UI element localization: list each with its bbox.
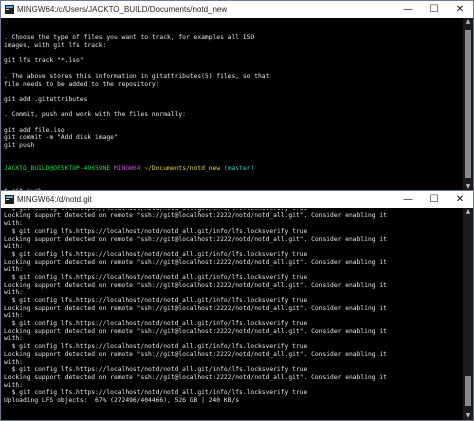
terminal-line: $ git config lfs.https://localhost/notd/… [4, 343, 308, 351]
title-bar[interactable]: MINGW64:/d/notd.git — ☐ ✕ [1, 191, 473, 208]
prompt-branch: (master) [223, 165, 255, 173]
minimize-button[interactable]: — [395, 191, 421, 208]
terminal-line: Locking support detected on remote "ssh:… [4, 212, 387, 220]
terminal-line: with: [4, 243, 23, 251]
terminal-line: $ git config lfs.https://localhost/notd/… [4, 273, 308, 281]
terminal-line: . Commit, push and work with the files n… [4, 111, 186, 119]
terminal-line: with: [4, 335, 23, 343]
terminal-line: . Choose the type of files you want to t… [4, 34, 255, 42]
close-button[interactable]: ✕ [447, 1, 473, 18]
terminal-line: images, with git lfs track: [4, 42, 107, 50]
scrollbar[interactable]: ▲ ▼ [463, 208, 473, 420]
terminal-line: $ git config lfs.https://localhost/notd/… [4, 389, 308, 397]
maximize-button[interactable]: ☐ [421, 1, 447, 18]
terminal-line: $ git config lfs.https://localhost/notd/… [4, 297, 308, 305]
terminal-line: Locking support detected on remote "ssh:… [4, 350, 387, 358]
terminal-window-notd-git[interactable]: MINGW64:/d/notd.git — ☐ ✕ Locking suppor… [0, 190, 474, 421]
terminal-line: Locking support detected on remote "ssh:… [4, 304, 387, 312]
terminal-line: Locking support detected on remote "ssh:… [4, 373, 387, 381]
scroll-up-icon[interactable]: ▲ [463, 208, 473, 216]
prompt-shell: MINGW64 [113, 165, 141, 173]
terminal-output[interactable]: . Choose the type of files you want to t… [4, 19, 461, 191]
terminal-line: $ git config lfs.https://localhost/notd/… [4, 250, 308, 258]
terminal-line: $ git config lfs.https://localhost/notd/… [4, 320, 308, 328]
terminal-line: with: [4, 220, 23, 228]
terminal-window-notd-new[interactable]: MINGW64:/c/Users/JACKTO_BUILD/Documents/… [0, 0, 474, 192]
scroll-up-icon[interactable]: ▲ [463, 18, 473, 26]
scrollbar[interactable]: ▲ ▼ [463, 18, 473, 191]
terminal-line: Locking support detected on remote "ssh:… [4, 235, 387, 243]
terminal-line: with: [4, 312, 23, 320]
scroll-down-icon[interactable]: ▼ [463, 412, 473, 420]
terminal-output[interactable]: Locking support detected on remote "ssh:… [4, 209, 461, 420]
prompt-user: JACKTO_BUILD@DESKTOP-49659NE [4, 165, 111, 173]
mingw-app-icon [4, 195, 14, 205]
terminal-line: git add .gitattributes [4, 95, 88, 103]
shell-prompt: JACKTO_BUILD@DESKTOP-49659NE MINGW64 ~/D… [4, 165, 461, 173]
terminal-line: Locking support detected on remote "ssh:… [4, 327, 387, 335]
terminal-line: $ git config lfs.https://localhost/notd/… [4, 227, 308, 235]
close-button[interactable]: ✕ [447, 191, 473, 208]
terminal-line: git commit -m "Add disk image" [4, 134, 118, 142]
minimize-button[interactable]: — [395, 1, 421, 18]
maximize-button[interactable]: ☐ [421, 191, 447, 208]
window-title: MINGW64:/d/notd.git [17, 195, 92, 204]
mingw-app-icon [4, 5, 14, 15]
window-title: MINGW64:/c/Users/JACKTO_BUILD/Documents/… [17, 5, 228, 14]
terminal-line: . The above stores this information in g… [4, 72, 270, 80]
scrollbar-thumb[interactable] [465, 30, 471, 178]
terminal-line: Locking support detected on remote "ssh:… [4, 258, 387, 266]
terminal-line: git add file.iso [4, 126, 65, 134]
terminal-line: Locking support detected on remote "ssh:… [4, 281, 387, 289]
terminal-line: with: [4, 289, 23, 297]
terminal-line: git lfs track "*.iso" [4, 57, 84, 65]
scrollbar-thumb[interactable] [465, 376, 471, 406]
terminal-line: with: [4, 358, 23, 366]
terminal-line: Uploading LFS objects: 67% (272496/40446… [4, 396, 240, 404]
title-bar[interactable]: MINGW64:/c/Users/JACKTO_BUILD/Documents/… [1, 1, 473, 18]
terminal-line: $ git config lfs.https://localhost/notd/… [4, 366, 308, 374]
prompt-path: ~/Documents/notd_new [144, 165, 221, 173]
terminal-line: with: [4, 266, 23, 274]
terminal-line: git push [4, 142, 35, 150]
terminal-line: file needs to be added to the repository… [4, 80, 160, 88]
terminal-line: with: [4, 381, 23, 389]
